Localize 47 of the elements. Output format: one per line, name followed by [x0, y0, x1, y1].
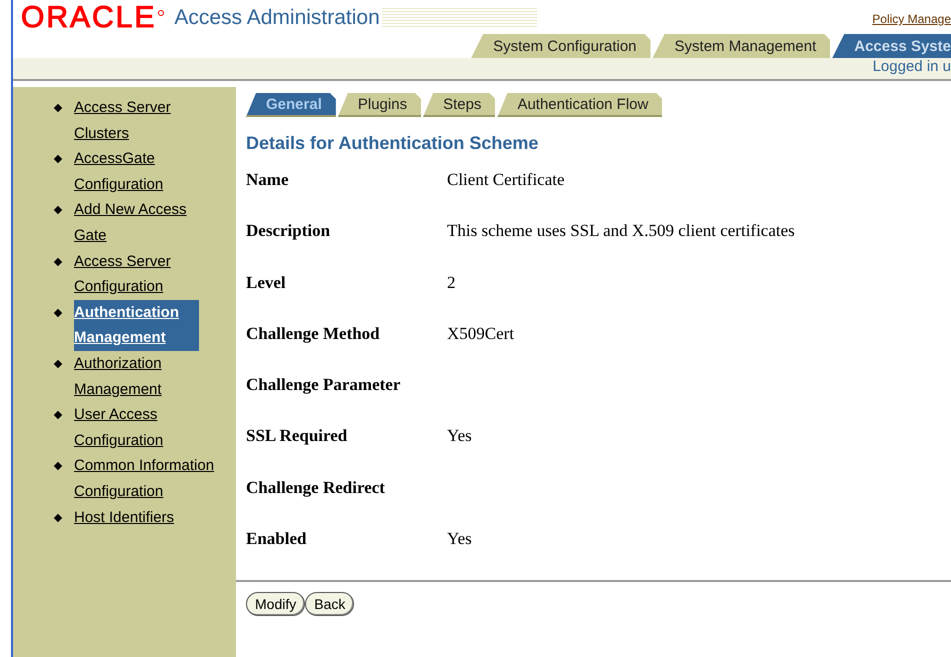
field-label: Challenge Method — [246, 324, 381, 345]
nav-tab[interactable]: System Management — [652, 34, 830, 58]
nav-tab[interactable]: System Configuration — [471, 34, 651, 58]
field-label: SSL Required — [246, 426, 348, 448]
sidebar-link[interactable]: Host Identifiers — [74, 504, 219, 530]
tab[interactable]: Steps — [423, 93, 496, 117]
tab[interactable]: Plugins — [338, 93, 422, 117]
field-label: Name — [246, 170, 290, 191]
sidebar-link[interactable]: Authentication Management — [74, 300, 199, 351]
sidebar-link[interactable]: User Access Configuration — [74, 402, 219, 454]
sidebar-link[interactable]: Authorization Management — [74, 350, 219, 402]
section-heading: Details for Authentication Scheme — [246, 133, 540, 154]
sidebar-link[interactable]: Common Information Configuration — [74, 453, 219, 504]
oracle-logo: ORACLE — [21, 3, 156, 33]
sidebar-link[interactable]: Add New Access Gate — [74, 197, 219, 249]
action-button[interactable]: Back — [305, 592, 354, 616]
bullet-icon — [54, 410, 62, 420]
field-label: Challenge Parameter — [246, 375, 402, 396]
bullet-icon — [54, 360, 62, 368]
nav-tab[interactable]: Access Syste — [832, 34, 951, 58]
bullet-icon — [54, 308, 62, 317]
tab[interactable]: Authentication Flow — [497, 93, 662, 117]
product-title: Access Administration — [174, 6, 380, 30]
field-value: This scheme uses SSL and X.509 client certificates — [447, 221, 795, 242]
action-button[interactable]: Modify — [246, 592, 306, 616]
field-value: Yes — [447, 426, 472, 448]
field-value: Yes — [447, 529, 472, 550]
bullet-icon — [54, 154, 62, 164]
field-value: 2 — [447, 272, 456, 294]
sidebar-link[interactable]: AccessGate Configuration — [74, 146, 219, 198]
field-label: Level — [246, 272, 287, 294]
sidebar-link[interactable]: Access Server Configuration — [74, 248, 219, 300]
sidebar-link[interactable]: Access Server Clusters — [74, 95, 219, 146]
field-label: Enabled — [246, 529, 308, 550]
field-label: Description — [246, 221, 332, 242]
field-value: X509Cert — [447, 324, 514, 345]
logged-in-text: Logged in u — [872, 58, 951, 77]
registered-mark-icon — [158, 10, 164, 16]
field-value: Client Certificate — [447, 170, 565, 191]
bullet-icon — [54, 206, 62, 215]
tab[interactable]: General — [246, 93, 336, 117]
bullet-icon — [54, 462, 62, 471]
policy-manager-link[interactable]: Policy Manage — [872, 12, 951, 26]
field-label: Challenge Redirect — [246, 478, 386, 499]
bullet-icon — [54, 513, 62, 522]
bullet-icon — [54, 257, 62, 266]
bullet-icon — [54, 104, 62, 112]
